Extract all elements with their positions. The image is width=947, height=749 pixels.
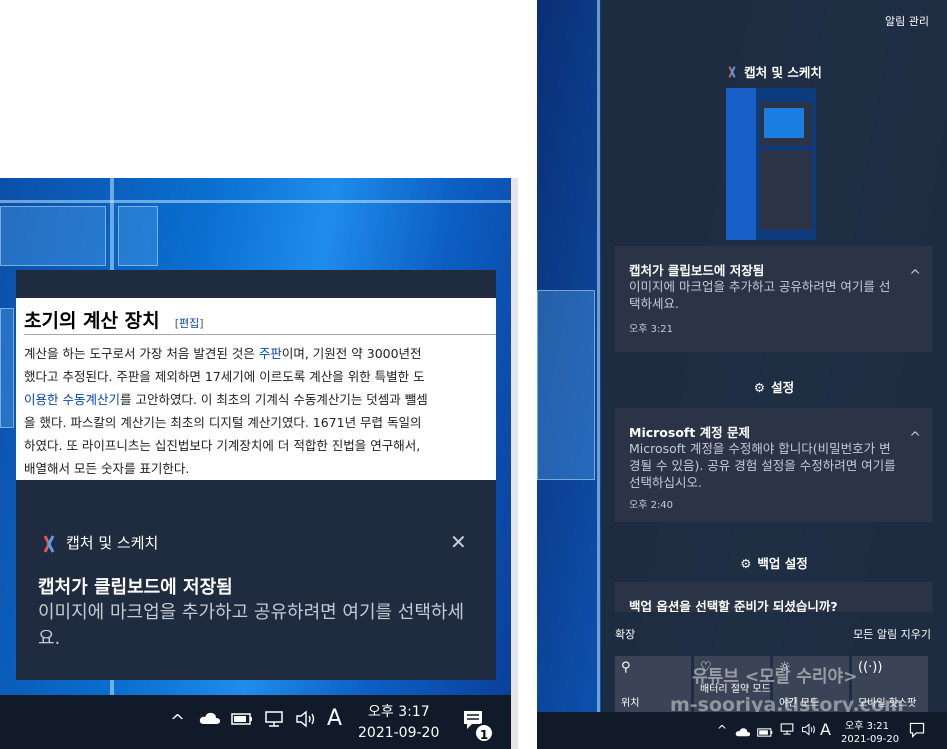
close-icon[interactable]: ✕ xyxy=(450,532,467,552)
hotspot-icon: ((·)) xyxy=(858,660,883,675)
snip-sketch-icon xyxy=(40,534,58,554)
card-body: 이미지에 마크업을 추가하고 공유하려면 여기를 선택하세요. xyxy=(629,279,891,311)
wiki-line: 이용한 수동계산기를 고안하였다. 이 최초의 기계식 수동계산기는 덧셈과 뺄… xyxy=(24,392,428,407)
chevron-up-icon[interactable]: ^ xyxy=(717,723,727,737)
wiki-line: 을 했다. 파스칼의 계산기는 최초의 디지털 계산기였다. 1671년 무렵 … xyxy=(24,415,422,430)
action-center-icon[interactable] xyxy=(909,722,925,742)
clock-time[interactable]: 오후 3:17 xyxy=(368,701,430,721)
notification-card-account[interactable]: Microsoft 계정 문제 Microsoft 계정을 수정해야 합니다(비… xyxy=(615,408,933,522)
capture-toast[interactable]: 초기의 계산 장치 [편집] 계산을 하는 도구로서 가장 처음 발견된 것은 … xyxy=(16,270,496,680)
wiki-line: 했다고 추정된다. 주판을 제외하면 17세기에 이르도록 계산을 위한 특별한… xyxy=(24,369,425,384)
wiki-line: 배열해서 모든 숫자를 표기한다. xyxy=(24,461,190,476)
notification-preview-image xyxy=(726,88,816,240)
card-time: 오후 3:21 xyxy=(629,324,674,335)
gear-icon: ⚙ xyxy=(740,556,752,571)
clear-all-notifications-button[interactable]: 모든 알림 지우기 xyxy=(853,626,931,642)
ime-indicator[interactable]: A xyxy=(820,720,831,739)
notification-card-capture[interactable]: 캡처가 클립보드에 저장됨 이미지에 마크업을 추가하고 공유하려면 여기를 선… xyxy=(615,246,933,352)
wiki-link-calculator[interactable]: 이용한 수동계산기 xyxy=(24,392,120,407)
ime-indicator[interactable]: A xyxy=(327,706,342,731)
taskbar: ^ A 오후 3:21 2021-09-20 xyxy=(537,712,947,749)
toast-title: 캡처가 클립보드에 저장됨 xyxy=(38,577,233,598)
network-icon[interactable] xyxy=(779,723,795,739)
network-icon[interactable] xyxy=(263,711,285,731)
clock-date[interactable]: 2021-09-20 xyxy=(841,734,899,745)
card-time: 오후 2:40 xyxy=(629,500,674,511)
battery-icon[interactable] xyxy=(757,725,773,741)
notification-count-badge: 1 xyxy=(474,723,494,743)
wiki-paragraph: 계산을 하는 도구로서 가장 처음 발견된 것은 주판이며, 기원전 약 300… xyxy=(24,342,496,480)
right-screenshot: 알림 관리 캡처 및 스케치 캡처가 클립보드에 저장됨 이미지에 마크업을 추… xyxy=(537,0,947,749)
clock-time[interactable]: 오후 3:21 xyxy=(845,717,889,732)
onedrive-icon[interactable] xyxy=(735,725,751,741)
volume-icon[interactable] xyxy=(801,723,817,740)
volume-icon[interactable] xyxy=(295,710,317,732)
card-title: Microsoft 계정 문제 xyxy=(629,425,751,440)
card-title: 백업 옵션을 선택할 준비가 되셨습니까? xyxy=(629,599,838,612)
watermark-text: 유튜브 <모랄 수리야> xyxy=(692,667,858,687)
window-edge xyxy=(511,178,518,749)
card-body: Microsoft 계정을 수정해야 합니다(비밀번호가 변경될 수 있음). … xyxy=(629,441,896,490)
taskbar: ^ A 오후 3:17 2021-09-20 1 xyxy=(0,695,518,749)
group-header-snip-sketch: 캡처 및 스케치 xyxy=(601,62,947,82)
toast-app-header: 캡처 및 스케치 xyxy=(40,532,158,554)
toast-app-name: 캡처 및 스케치 xyxy=(66,534,159,552)
wiki-line: 하였다. 또 라이프니츠는 십진법보다 기계장치에 더 적합한 진법을 연구해서… xyxy=(24,438,421,453)
chevron-up-icon[interactable]: ^ xyxy=(170,711,185,732)
chevron-up-icon[interactable]: ^ xyxy=(909,430,921,446)
clock-date[interactable]: 2021-09-20 xyxy=(358,725,439,741)
wiki-divider xyxy=(24,334,496,335)
snip-sketch-icon xyxy=(726,65,738,82)
wiki-link-abacus[interactable]: 주판 xyxy=(259,346,282,361)
group-header-backup: ⚙ 백업 설정 xyxy=(740,556,808,571)
card-title: 캡처가 클립보드에 저장됨 xyxy=(629,263,765,278)
action-center-panel: 알림 관리 캡처 및 스케치 캡처가 클립보드에 저장됨 이미지에 마크업을 추… xyxy=(601,0,947,749)
left-screenshot: 초기의 계산 장치 [편집] 계산을 하는 도구로서 가장 처음 발견된 것은 … xyxy=(0,0,518,749)
wiki-line: 계산을 하는 도구로서 가장 처음 발견된 것은 주판이며, 기원전 약 300… xyxy=(24,346,422,361)
toast-body: 이미지에 마크업을 추가하고 공유하려면 여기를 선택하세요. xyxy=(38,602,465,649)
wiki-edit-link[interactable]: [편집] xyxy=(175,317,204,330)
notification-card-backup[interactable]: 백업 옵션을 선택할 준비가 되셨습니까? xyxy=(615,582,933,612)
location-icon: ⚲ xyxy=(621,660,631,675)
onedrive-icon[interactable] xyxy=(199,711,221,729)
chevron-up-icon[interactable]: ^ xyxy=(909,268,921,284)
manage-notifications-link[interactable]: 알림 관리 xyxy=(885,13,929,29)
wiki-section-title: 초기의 계산 장치 xyxy=(24,310,160,332)
expand-button[interactable]: 확장 xyxy=(615,626,635,642)
battery-icon[interactable] xyxy=(231,713,253,729)
gear-icon: ⚙ xyxy=(753,380,766,395)
toast-preview-image: 초기의 계산 장치 [편집] 계산을 하는 도구로서 가장 처음 발견된 것은 … xyxy=(16,298,496,480)
group-header-settings: ⚙ 설정 xyxy=(753,380,795,395)
